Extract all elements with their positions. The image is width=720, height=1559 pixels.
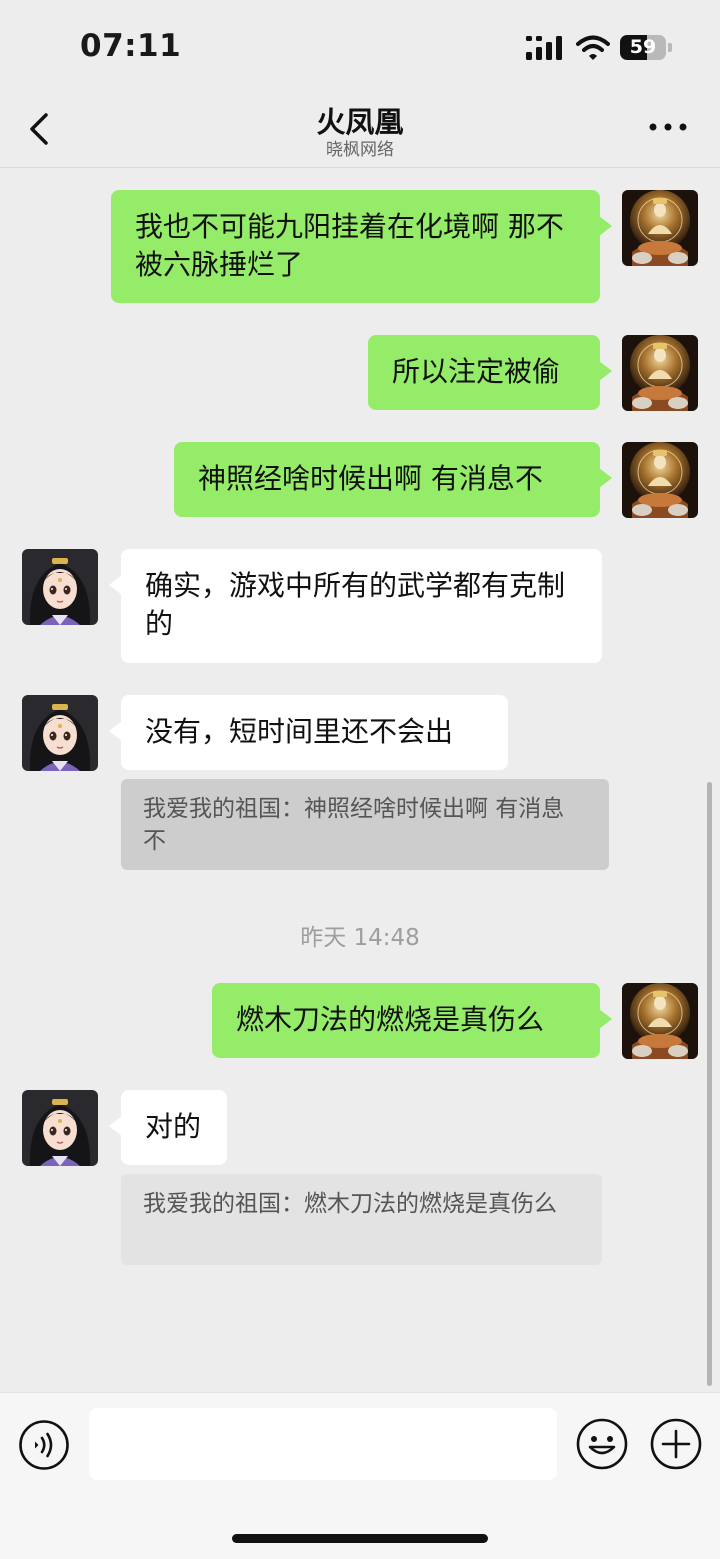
message-input[interactable] (89, 1408, 557, 1480)
voice-icon[interactable] (18, 1419, 70, 1471)
message-bubble-outgoing[interactable]: 神照经啥时候出啊 有消息不 (174, 442, 612, 517)
signal-icon (526, 36, 562, 60)
contact-avatar[interactable] (22, 695, 98, 771)
message-list[interactable]: 我也不可能九阳挂着在化境啊 那不被六脉捶烂了 所以注定被偷 神照经啥时候出啊 有… (0, 168, 720, 1392)
chat-subtitle: 晓枫网络 (326, 140, 394, 160)
message-bubble-incoming[interactable]: 没有，短时间里还不会出 (109, 695, 508, 770)
plus-circle-icon[interactable] (649, 1417, 703, 1471)
message-bubble-incoming[interactable]: 确实，游戏中所有的武学都有克制的 (109, 549, 602, 663)
status-bar: 07:11 59 (0, 0, 720, 95)
quoted-reply[interactable]: 我爱我的祖国：燃木刀法的燃烧是真伤么 (121, 1174, 602, 1265)
message-bubble-outgoing[interactable]: 我也不可能九阳挂着在化境啊 那不被六脉捶烂了 (111, 190, 612, 303)
avatar-image (22, 1090, 98, 1166)
battery-icon: 59 (620, 35, 666, 60)
avatar-image (622, 442, 698, 518)
emoji-icon[interactable] (575, 1417, 629, 1471)
my-avatar[interactable] (622, 442, 698, 518)
wifi-icon (576, 35, 610, 60)
message-bubble-incoming[interactable]: 对的 (109, 1090, 227, 1165)
my-avatar[interactable] (622, 983, 698, 1059)
status-time: 07:11 (80, 28, 182, 64)
message-bubble-outgoing[interactable]: 燃木刀法的燃烧是真伤么 (212, 983, 612, 1058)
quoted-reply[interactable]: 我爱我的祖国：神照经啥时候出啊 有消息不 (121, 779, 609, 870)
battery-cap (668, 43, 672, 52)
more-dots-icon[interactable] (648, 121, 688, 133)
contact-avatar[interactable] (22, 1090, 98, 1166)
battery-percent: 59 (629, 36, 657, 58)
input-bar (0, 1392, 720, 1559)
my-avatar[interactable] (622, 190, 698, 266)
avatar-image (622, 983, 698, 1059)
chat-header: 火凤凰 晓枫网络 (0, 95, 720, 168)
scrollbar[interactable] (707, 782, 712, 1386)
contact-avatar[interactable] (22, 549, 98, 625)
avatar-image (622, 190, 698, 266)
my-avatar[interactable] (622, 335, 698, 411)
home-indicator (232, 1534, 488, 1543)
avatar-image (622, 335, 698, 411)
message-bubble-outgoing[interactable]: 所以注定被偷 (368, 335, 612, 410)
avatar-image (22, 549, 98, 625)
timestamp: 昨天 14:48 (300, 925, 420, 951)
avatar-image (22, 695, 98, 771)
